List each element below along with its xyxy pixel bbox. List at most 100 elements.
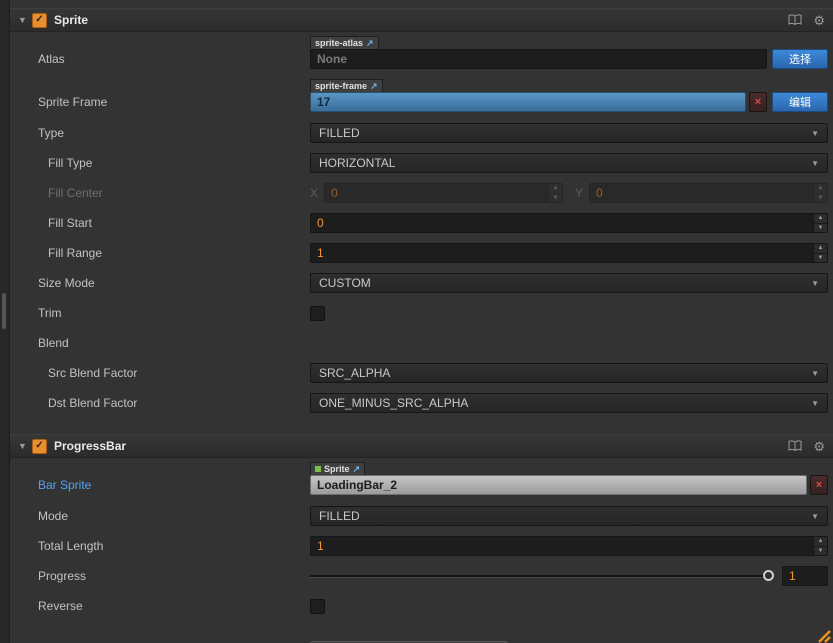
bar-sprite-reference-value: LoadingBar_2: [317, 478, 398, 492]
dst-blend-factor-row: Dst Blend Factor ONE_MINUS_SRC_ALPHA ▼: [10, 388, 833, 418]
foldout-arrow-icon[interactable]: ▼: [18, 15, 31, 25]
src-blend-factor-dropdown[interactable]: SRC_ALPHA ▼: [310, 363, 828, 383]
check-icon: ✓: [35, 440, 44, 451]
inspector-content: ▼ ✓ Sprite ⚙ Atlas sprite-atlas ↗ None 选…: [10, 0, 833, 643]
atlas-label: Atlas: [38, 52, 65, 66]
trim-checkbox[interactable]: ✓: [310, 305, 325, 321]
chevron-down-icon: ▼: [811, 511, 819, 521]
progress-row: Progress 1: [10, 561, 833, 591]
slider-track[interactable]: [310, 574, 774, 578]
chevron-down-icon: ▼: [811, 158, 819, 168]
dst-blend-factor-dropdown[interactable]: ONE_MINUS_SRC_ALPHA ▼: [310, 393, 828, 413]
fill-center-y-field[interactable]: 0 ▲ ▼: [589, 183, 828, 203]
step-down-button[interactable]: ▼: [814, 547, 827, 556]
fill-type-row: Fill Type HORIZONTAL ▼: [10, 148, 833, 178]
step-down-button[interactable]: ▼: [814, 194, 827, 203]
progress-value-field[interactable]: 1: [782, 566, 828, 586]
step-down-button[interactable]: ▼: [549, 194, 562, 203]
chevron-down-icon: ▼: [811, 398, 819, 408]
sprite-component-header[interactable]: ▼ ✓ Sprite ⚙: [10, 8, 833, 32]
chevron-down-icon: ▼: [811, 368, 819, 378]
progressbar-enabled-checkbox[interactable]: ✓: [32, 438, 47, 454]
sprite-frame-asset-value: 17: [317, 95, 331, 109]
total-length-value: 1: [317, 539, 324, 553]
mode-row: Mode FILLED ▼: [10, 501, 833, 531]
sprite-enabled-checkbox[interactable]: ✓: [32, 12, 47, 28]
gear-icon[interactable]: ⚙: [813, 440, 825, 453]
src-blend-factor-label: Src Blend Factor: [48, 366, 138, 380]
help-doc-icon[interactable]: [788, 14, 802, 26]
sprite-frame-asset-field[interactable]: 17: [310, 92, 746, 112]
stepper: ▲ ▼: [813, 537, 827, 555]
reverse-row: Reverse ✓: [10, 591, 833, 621]
atlas-select-button[interactable]: 选择: [772, 49, 828, 69]
fill-type-dropdown[interactable]: HORIZONTAL ▼: [310, 153, 828, 173]
external-link-icon[interactable]: ↗: [370, 81, 378, 92]
trim-row: Trim ✓: [10, 298, 833, 328]
slider-handle[interactable]: [763, 570, 774, 581]
step-up-button[interactable]: ▲: [814, 537, 827, 547]
scrollbar-handle[interactable]: [2, 293, 6, 329]
progress-slider[interactable]: [310, 566, 774, 586]
atlas-asset-field[interactable]: None: [310, 49, 767, 69]
resize-grip-icon[interactable]: [814, 628, 832, 643]
step-up-button[interactable]: ▲: [814, 244, 827, 254]
panel-scrollbar[interactable]: [0, 0, 10, 643]
badge-text: sprite-atlas: [315, 38, 364, 48]
external-link-icon[interactable]: ↗: [366, 38, 374, 49]
size-mode-dropdown[interactable]: CUSTOM ▼: [310, 273, 828, 293]
step-up-button[interactable]: ▲: [549, 184, 562, 194]
fill-range-field[interactable]: 1 ▲ ▼: [310, 243, 828, 263]
sprite-component-type-badge[interactable]: Sprite ↗: [310, 462, 366, 475]
sprite-frame-clear-button[interactable]: ×: [749, 92, 767, 112]
step-up-button[interactable]: ▲: [814, 184, 827, 194]
fill-center-row: Fill Center X 0 ▲ ▼ Y 0 ▲ ▼: [10, 178, 833, 208]
trim-label: Trim: [38, 306, 62, 320]
gear-icon[interactable]: ⚙: [813, 14, 825, 27]
bar-sprite-reference-field[interactable]: LoadingBar_2: [310, 475, 807, 495]
progressbar-component-header[interactable]: ▼ ✓ ProgressBar ⚙: [10, 434, 833, 458]
size-mode-label: Size Mode: [38, 276, 95, 290]
blend-row: Blend: [10, 328, 833, 358]
reverse-checkbox[interactable]: ✓: [310, 598, 325, 614]
step-up-button[interactable]: ▲: [814, 214, 827, 224]
type-dropdown[interactable]: FILLED ▼: [310, 123, 828, 143]
fill-start-label: Fill Start: [48, 216, 93, 230]
mode-dropdown[interactable]: FILLED ▼: [310, 506, 828, 526]
progress-label: Progress: [38, 569, 87, 583]
total-length-field[interactable]: 1 ▲ ▼: [310, 536, 828, 556]
size-mode-value: CUSTOM: [319, 276, 371, 290]
stepper: ▲ ▼: [548, 184, 562, 202]
sprite-atlas-type-badge[interactable]: sprite-atlas ↗: [310, 36, 379, 49]
external-link-icon[interactable]: ↗: [353, 464, 361, 475]
fill-center-x-field[interactable]: 0 ▲ ▼: [324, 183, 563, 203]
foldout-arrow-icon[interactable]: ▼: [18, 441, 31, 451]
component-color-icon: [315, 466, 321, 472]
src-blend-factor-value: SRC_ALPHA: [319, 366, 391, 380]
bar-sprite-label: Bar Sprite: [38, 478, 92, 492]
sprite-frame-type-badge[interactable]: sprite-frame ↗: [310, 79, 383, 92]
mode-label: Mode: [38, 509, 69, 523]
fill-center-x-value: 0: [331, 186, 338, 200]
badge-text: sprite-frame: [315, 81, 368, 91]
total-length-label: Total Length: [38, 539, 104, 553]
fill-start-field[interactable]: 0 ▲ ▼: [310, 213, 828, 233]
atlas-asset-value: None: [317, 52, 347, 66]
mode-value: FILLED: [319, 509, 360, 523]
help-doc-icon[interactable]: [788, 440, 802, 452]
step-down-button[interactable]: ▼: [814, 254, 827, 263]
step-down-button[interactable]: ▼: [814, 224, 827, 233]
fill-range-value: 1: [317, 246, 324, 260]
blend-label: Blend: [38, 336, 69, 350]
fill-type-value: HORIZONTAL: [319, 156, 396, 170]
sprite-frame-edit-button[interactable]: 编辑: [772, 92, 828, 112]
x-axis-label: X: [310, 186, 319, 200]
dst-blend-factor-label: Dst Blend Factor: [48, 396, 138, 410]
dst-blend-factor-value: ONE_MINUS_SRC_ALPHA: [319, 396, 469, 410]
type-row: Type FILLED ▼: [10, 118, 833, 148]
bar-sprite-clear-button[interactable]: ×: [810, 475, 828, 495]
fill-center-y-value: 0: [596, 186, 603, 200]
size-mode-row: Size Mode CUSTOM ▼: [10, 268, 833, 298]
sprite-frame-label: Sprite Frame: [38, 95, 108, 109]
type-label: Type: [38, 126, 65, 140]
